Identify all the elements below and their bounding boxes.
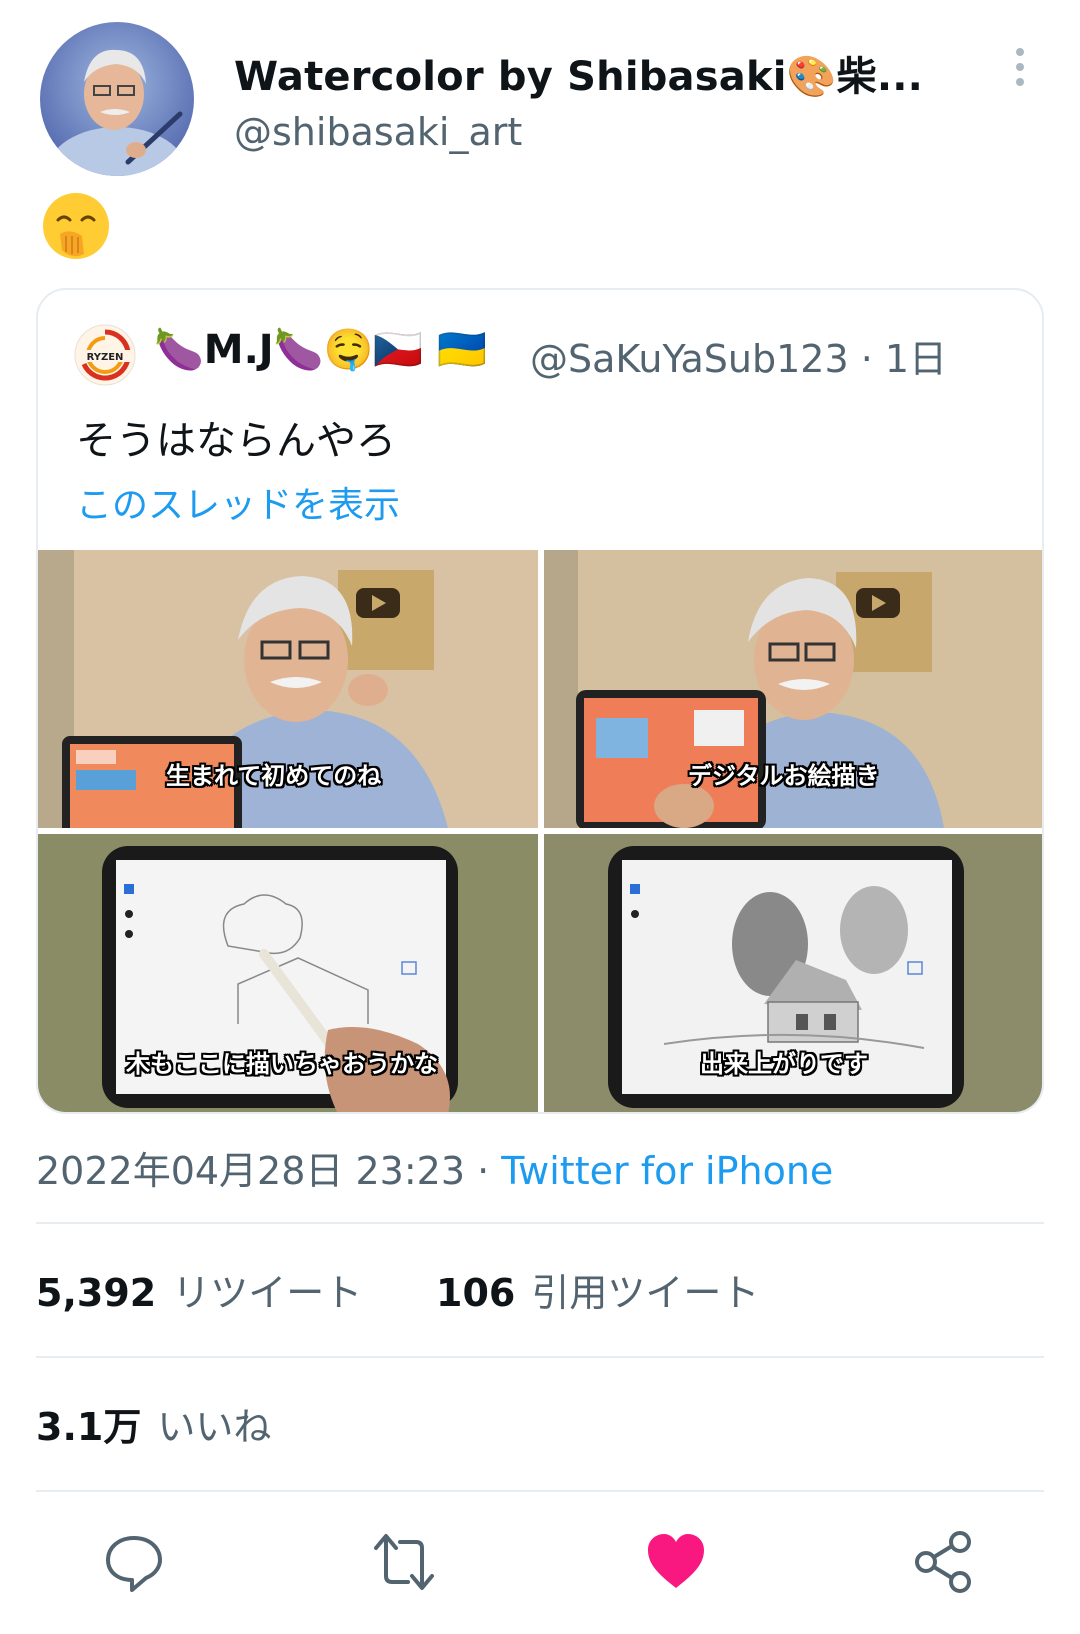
quote-tweets-stat[interactable]: 106 引用ツイート bbox=[436, 1262, 759, 1317]
timestamp-text[interactable]: 2022年04月28日 23:23 · bbox=[36, 1149, 501, 1193]
media-image-1[interactable]: 生まれて初めてのね bbox=[38, 550, 538, 828]
likes-label: いいね bbox=[157, 1405, 272, 1449]
media-image-4[interactable]: 出来上がりです bbox=[544, 834, 1042, 1112]
retweets-label: リツイート bbox=[172, 1271, 363, 1315]
retweet-icon[interactable] bbox=[372, 1530, 436, 1594]
media-caption: 出来上がりです bbox=[700, 1050, 868, 1078]
divider bbox=[36, 1490, 1044, 1492]
play-icon bbox=[856, 588, 900, 618]
quoted-tweet-card[interactable]: RYZEN 🍆M.J🍆🤤🇨🇿 🇺🇦 @SaKuYaSub123 · 1日 そうは… bbox=[36, 288, 1044, 1114]
reply-icon[interactable] bbox=[102, 1530, 166, 1594]
quoted-author-avatar[interactable]: RYZEN bbox=[74, 324, 136, 386]
tweet-source-link[interactable]: Twitter for iPhone bbox=[501, 1149, 833, 1193]
media-image-3[interactable]: 木もここに描いちゃおうかな bbox=[38, 834, 538, 1112]
play-icon bbox=[356, 588, 400, 618]
tweet-body-emoji bbox=[40, 190, 112, 262]
divider bbox=[36, 1356, 1044, 1358]
media-caption: 木もここに描いちゃおうかな bbox=[126, 1050, 438, 1078]
share-icon[interactable] bbox=[912, 1530, 976, 1594]
likes-count: 3.1万 bbox=[36, 1405, 142, 1449]
media-grid: 生まれて初めてのね デジタルお絵描き 木もここに描いちゃおうかな 出来上がりです bbox=[38, 550, 1042, 1112]
more-options-icon[interactable] bbox=[1010, 48, 1030, 88]
quoted-display-name[interactable]: 🍆M.J🍆🤤🇨🇿 🇺🇦 bbox=[154, 326, 487, 373]
author-avatar[interactable] bbox=[40, 22, 194, 176]
ryzen-logo-text: RYZEN bbox=[87, 352, 124, 363]
quoted-tweet-text: そうはならんやろ bbox=[76, 418, 396, 464]
retweets-count: 5,392 bbox=[36, 1271, 157, 1315]
retweets-stat[interactable]: 5,392 リツイート bbox=[36, 1262, 362, 1317]
quotes-label: 引用ツイート bbox=[531, 1271, 760, 1315]
quotes-count: 106 bbox=[436, 1271, 516, 1315]
heart-icon[interactable] bbox=[644, 1530, 708, 1594]
media-image-2[interactable]: デジタルお絵描き bbox=[544, 550, 1042, 828]
author-handle[interactable]: @shibasaki_art bbox=[234, 110, 522, 154]
quoted-handle-time[interactable]: @SaKuYaSub123 · 1日 bbox=[530, 328, 947, 383]
media-caption: デジタルお絵描き bbox=[688, 762, 880, 790]
tweet-timestamp[interactable]: 2022年04月28日 23:23 · Twitter for iPhone bbox=[36, 1140, 833, 1195]
likes-stat[interactable]: 3.1万 いいね bbox=[36, 1396, 271, 1451]
author-display-name[interactable]: Watercolor by Shibasaki🎨柴... bbox=[234, 44, 923, 102]
media-caption: 生まれて初めてのね bbox=[166, 762, 382, 790]
divider bbox=[36, 1222, 1044, 1224]
show-thread-link[interactable]: このスレッドを表示 bbox=[76, 476, 400, 528]
